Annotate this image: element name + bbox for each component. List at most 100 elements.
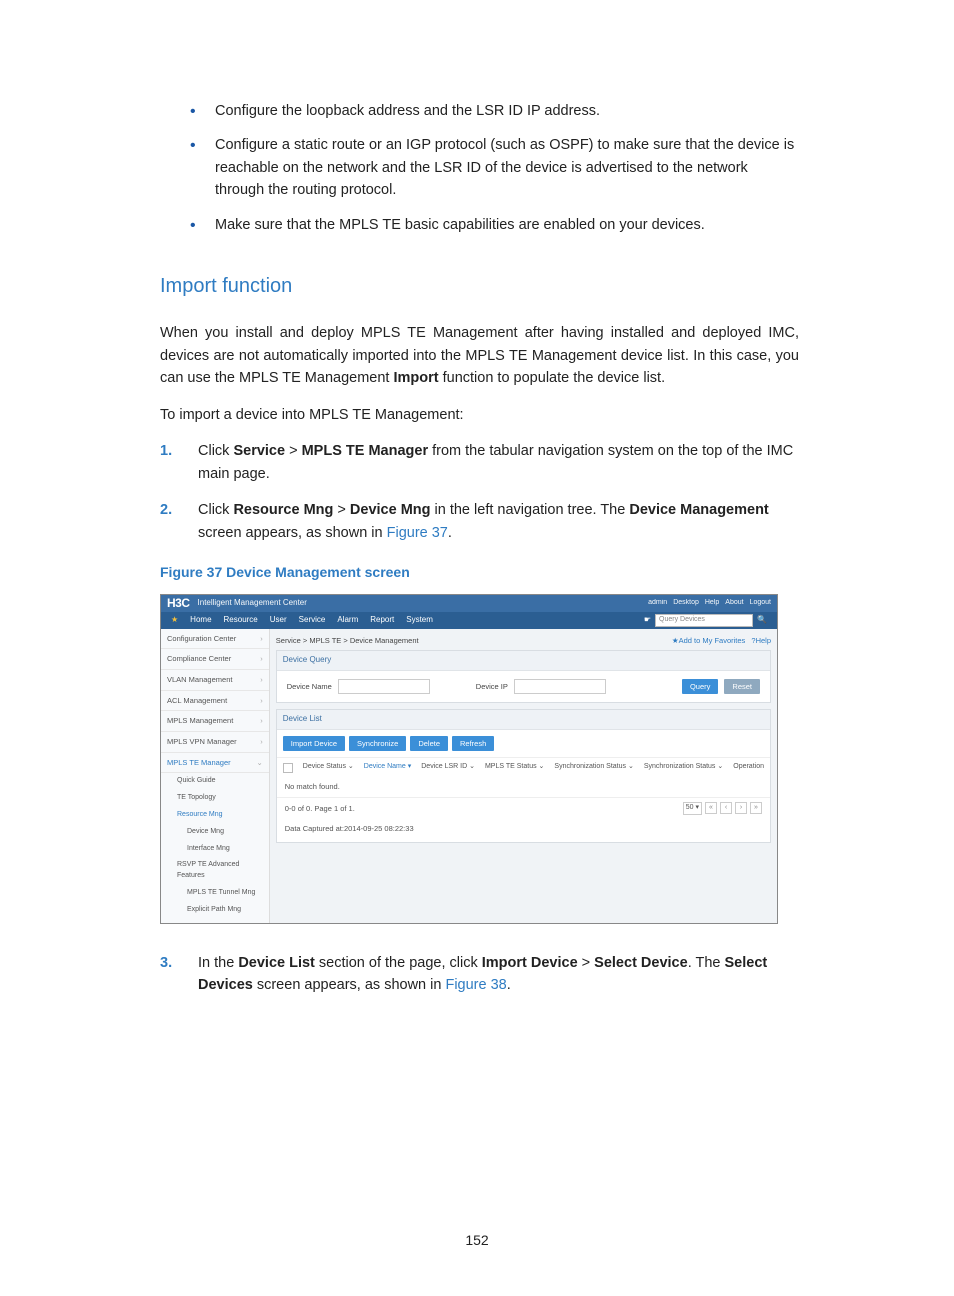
prereq-bullet-list: Configure the loopback address and the L…	[160, 100, 799, 236]
sidebar-sub-mpls-te-tunnel-mng[interactable]: MPLS TE Tunnel Mng	[161, 885, 269, 902]
panel-title: Device Query	[277, 651, 770, 670]
search-icon[interactable]: 🔍	[757, 614, 767, 626]
menu-resource[interactable]: Resource	[224, 614, 258, 626]
query-button[interactable]: Query	[682, 679, 718, 695]
sidebar-item-label: Compliance Center	[167, 653, 231, 665]
sidebar-sub-te-topology[interactable]: TE Topology	[161, 790, 269, 807]
list-toolbar: Import Device Synchronize Delete Refresh	[277, 730, 770, 758]
pager-prev-button[interactable]: ‹	[720, 802, 732, 814]
pager-summary: 0-0 of 0. Page 1 of 1.	[285, 803, 355, 815]
sidebar-item-label: Configuration Center	[167, 633, 236, 645]
step-text: screen appears, as shown in	[253, 977, 446, 993]
lead-in-paragraph: To import a device into MPLS TE Manageme…	[160, 404, 799, 426]
add-to-favorites-link[interactable]: ★Add to My Favorites	[672, 636, 745, 645]
chevron-right-icon: ›	[260, 633, 263, 645]
bullet-item: Make sure that the MPLS TE basic capabil…	[160, 214, 799, 236]
sidebar-item-acl-management[interactable]: ACL Management›	[161, 691, 269, 712]
sidebar-sub-protection-mng[interactable]: Protection Mng	[161, 919, 269, 924]
select-all-checkbox[interactable]	[283, 763, 293, 773]
intro-bold-import: Import	[393, 370, 438, 386]
sidebar-item-mpls-management[interactable]: MPLS Management ›	[161, 711, 269, 732]
pager-first-button[interactable]: «	[705, 802, 717, 814]
pointer-icon: ☛	[644, 614, 651, 626]
reset-button[interactable]: Reset	[724, 679, 760, 695]
sidebar-item-label: MPLS TE Manager	[167, 757, 231, 769]
sidebar-item-compliance-center[interactable]: Compliance Center ›	[161, 649, 269, 670]
desktop-link[interactable]: Desktop	[673, 598, 699, 609]
sidebar-sub-explicit-path-mng[interactable]: Explicit Path Mng	[161, 902, 269, 919]
main-content: Service > MPLS TE > Device Management ★A…	[270, 629, 777, 923]
app-title: Intelligent Management Center	[198, 597, 307, 609]
figure-ref-link[interactable]: Figure 37	[387, 525, 448, 541]
sidebar-sub-quick-guide[interactable]: Quick Guide	[161, 773, 269, 790]
chevron-right-icon: ›	[260, 715, 263, 727]
sidebar-sub-resource-mng[interactable]: Resource Mng	[161, 807, 269, 824]
bullet-item: Configure the loopback address and the L…	[160, 100, 799, 122]
menu-report[interactable]: Report	[370, 614, 394, 626]
step-text: . The	[688, 955, 725, 971]
step-text: screen appears, as shown in	[198, 525, 387, 541]
panel-title: Device List	[277, 710, 770, 729]
sidebar-item-label: MPLS Management	[167, 715, 233, 727]
sidebar-item-vlan-management[interactable]: VLAN Management›	[161, 670, 269, 691]
menu-user[interactable]: User	[270, 614, 287, 626]
menu-alarm[interactable]: Alarm	[337, 614, 358, 626]
sidebar-sub-device-mng[interactable]: Device Mng	[161, 824, 269, 841]
logout-link[interactable]: Logout	[750, 598, 771, 609]
sidebar-item-label: MPLS VPN Manager	[167, 736, 237, 748]
col-operation: Operation	[733, 762, 764, 773]
figure-caption: Figure 37 Device Management screen	[160, 562, 799, 584]
sidebar-sub-interface-mng[interactable]: Interface Mng	[161, 841, 269, 858]
query-devices-input[interactable]: Query Devices	[655, 614, 753, 627]
about-link[interactable]: About	[725, 598, 743, 609]
intro-paragraph: When you install and deploy MPLS TE Mana…	[160, 322, 799, 389]
device-name-label: Device Name	[287, 681, 332, 693]
pager: 0-0 of 0. Page 1 of 1. 50 ▾ « ‹ › »	[277, 797, 770, 819]
col-mpls-te-status[interactable]: MPLS TE Status ⌄	[485, 762, 544, 773]
logo: H3C	[167, 594, 190, 613]
step-bold: Device Management	[629, 502, 768, 518]
chevron-right-icon: ›	[260, 653, 263, 665]
col-device-status[interactable]: Device Status ⌄	[303, 762, 354, 773]
help-label: Help	[756, 636, 771, 645]
step-bold: Import Device	[482, 955, 578, 971]
col-label: Synchronization Status	[644, 763, 716, 770]
help-link[interactable]: Help	[705, 598, 719, 609]
pager-next-button[interactable]: ›	[735, 802, 747, 814]
menu-system[interactable]: System	[406, 614, 433, 626]
sidebar-sub-rsvp-te-advanced[interactable]: RSVP TE Advanced Features	[161, 857, 269, 885]
star-icon[interactable]: ★	[171, 614, 178, 626]
device-ip-input[interactable]	[514, 679, 606, 694]
main-menubar: ★ Home Resource User Service Alarm Repor…	[161, 612, 777, 629]
page-size-select[interactable]: 50 ▾	[683, 802, 702, 815]
device-name-input[interactable]	[338, 679, 430, 694]
col-device-lsr-id[interactable]: Device LSR ID ⌄	[421, 762, 475, 773]
pager-last-button[interactable]: »	[750, 802, 762, 814]
help-link[interactable]: ?Help	[751, 636, 771, 645]
menu-service[interactable]: Service	[299, 614, 326, 626]
delete-button[interactable]: Delete	[410, 736, 448, 752]
synchronize-button[interactable]: Synchronize	[349, 736, 406, 752]
import-device-button[interactable]: Import Device	[283, 736, 345, 752]
sidebar: Configuration Center › Compliance Center ›…	[161, 629, 270, 923]
refresh-button[interactable]: Refresh	[452, 736, 494, 752]
app-topbar: H3C Intelligent Management Center admin …	[161, 595, 777, 612]
col-sync-status[interactable]: Synchronization Status ⌄	[554, 762, 633, 773]
sidebar-item-mpls-vpn-manager[interactable]: MPLS VPN Manager›	[161, 732, 269, 753]
figure-ref-link[interactable]: Figure 38	[445, 977, 506, 993]
page-size-value: 50	[686, 804, 694, 811]
menu-home[interactable]: Home	[190, 614, 211, 626]
step-bold: Service	[233, 443, 285, 459]
sidebar-item-label: ACL Management	[167, 695, 227, 707]
step-bold: Resource Mng	[233, 502, 333, 518]
device-query-panel: Device Query Device Name Device IP Query…	[276, 650, 771, 703]
sidebar-item-configuration-center[interactable]: Configuration Center ›	[161, 629, 269, 650]
col-label: Device LSR ID	[421, 763, 467, 770]
chevron-down-icon: ⌄	[256, 757, 262, 769]
sidebar-item-mpls-te-manager[interactable]: MPLS TE Manager ⌄	[161, 753, 269, 774]
admin-label[interactable]: admin	[648, 598, 667, 609]
col-sync-status-2[interactable]: Synchronization Status ⌄	[644, 762, 723, 773]
step-bold: Device Mng	[350, 502, 431, 518]
col-device-name[interactable]: Device Name ▾	[364, 762, 411, 773]
sidebar-item-label: VLAN Management	[167, 674, 232, 686]
